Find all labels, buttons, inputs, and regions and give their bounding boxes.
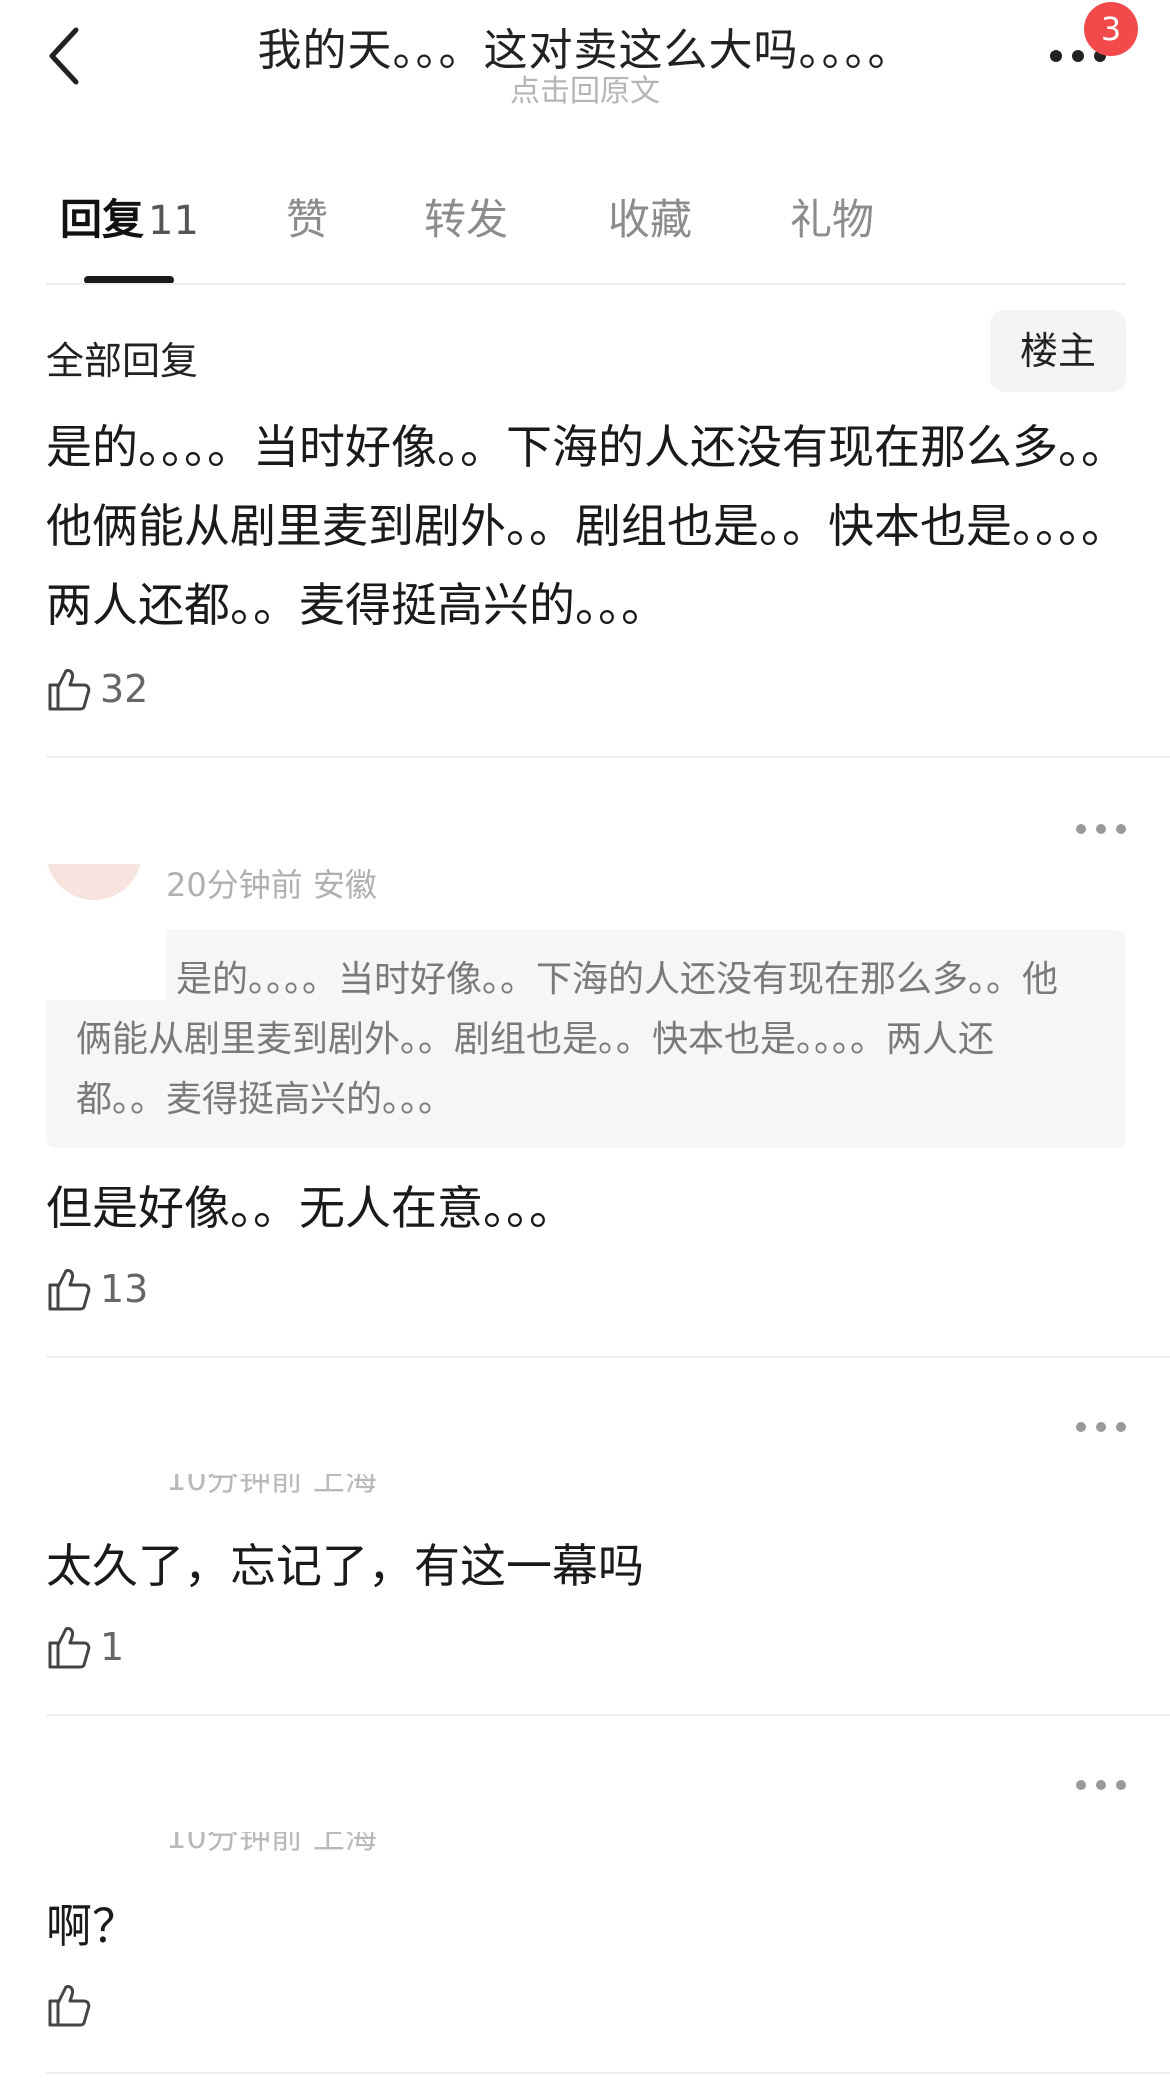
section-title: 全部回复 [46,339,199,383]
quoted-comment-text: 是的。。。。当时好像。。下海的人还没有现在那么多。。他俩能从剧里麦到剧外。。剧组… [76,959,1059,1120]
reply-1-more-icon[interactable] [1076,822,1126,836]
thumbs-up-icon [48,1627,91,1669]
tab-reposts[interactable]: 转发 [424,186,508,247]
tab-favorites[interactable]: 收藏 [608,186,692,247]
tab-replies-count: 11 [148,198,199,244]
main-comment-like-button[interactable]: 32 [46,664,148,714]
thumbs-up-icon [48,1269,91,1311]
main-comment-text: 是的。。。。当时好像。。下海的人还没有现在那么多。。他俩能从剧里麦到剧外。。剧组… [46,420,1127,632]
thumbs-up-icon [48,1985,91,2027]
reply-3-like-button[interactable] [46,1980,100,2030]
reply-1-meta: 20分钟前 安徽 [166,866,377,904]
comment-divider [46,1714,1170,1716]
tab-replies[interactable]: 回复 11 [60,186,199,247]
reply-3-text: 啊？ [46,1899,138,1953]
reply-1-text: 但是好像。。无人在意。。。 [46,1181,575,1235]
reply-2-text: 太久了，忘记了，有这一幕吗 [46,1539,644,1593]
tab-gifts[interactable]: 礼物 [790,186,874,247]
tab-replies-label: 回复 [60,195,145,244]
reply-3-meta: 10分钟前 上海 [166,1832,377,1854]
like-count: 13 [100,1267,149,1311]
reply-2-meta: 10分钟前 上海 [166,1474,377,1496]
comment-divider [46,1356,1170,1358]
like-count: 1 [100,1625,125,1669]
avatar[interactable] [46,864,142,900]
like-count: 32 [100,667,149,711]
thumbs-up-icon [48,669,91,711]
comment-page: 我的天。。。这对卖这么大吗。。。。 点击回原文 3 回复 11 赞 转发 收藏 礼… [0,0,1170,2087]
comment-divider [46,2072,1170,2074]
quoted-comment[interactable]: 是的。。。。当时好像。。下海的人还没有现在那么多。。他俩能从剧里麦到剧外。。剧组… [46,930,1126,1148]
reply-2-more-icon[interactable] [1076,1420,1126,1434]
tab-likes[interactable]: 赞 [286,186,328,247]
comment-divider [46,756,1170,758]
quote-cover [46,930,166,1000]
owner-filter-button[interactable]: 楼主 [990,310,1126,392]
tab-bar: 回复 11 赞 转发 收藏 礼物 [0,186,1170,246]
reply-2-like-button[interactable]: 1 [46,1622,124,1672]
reply-3-more-icon[interactable] [1076,1778,1126,1792]
back-to-post-link[interactable]: 点击回原文 [0,66,1170,110]
notification-badge: 3 [1084,2,1138,56]
tabs-divider [46,283,1126,285]
reply-1-like-button[interactable]: 13 [46,1264,148,1314]
